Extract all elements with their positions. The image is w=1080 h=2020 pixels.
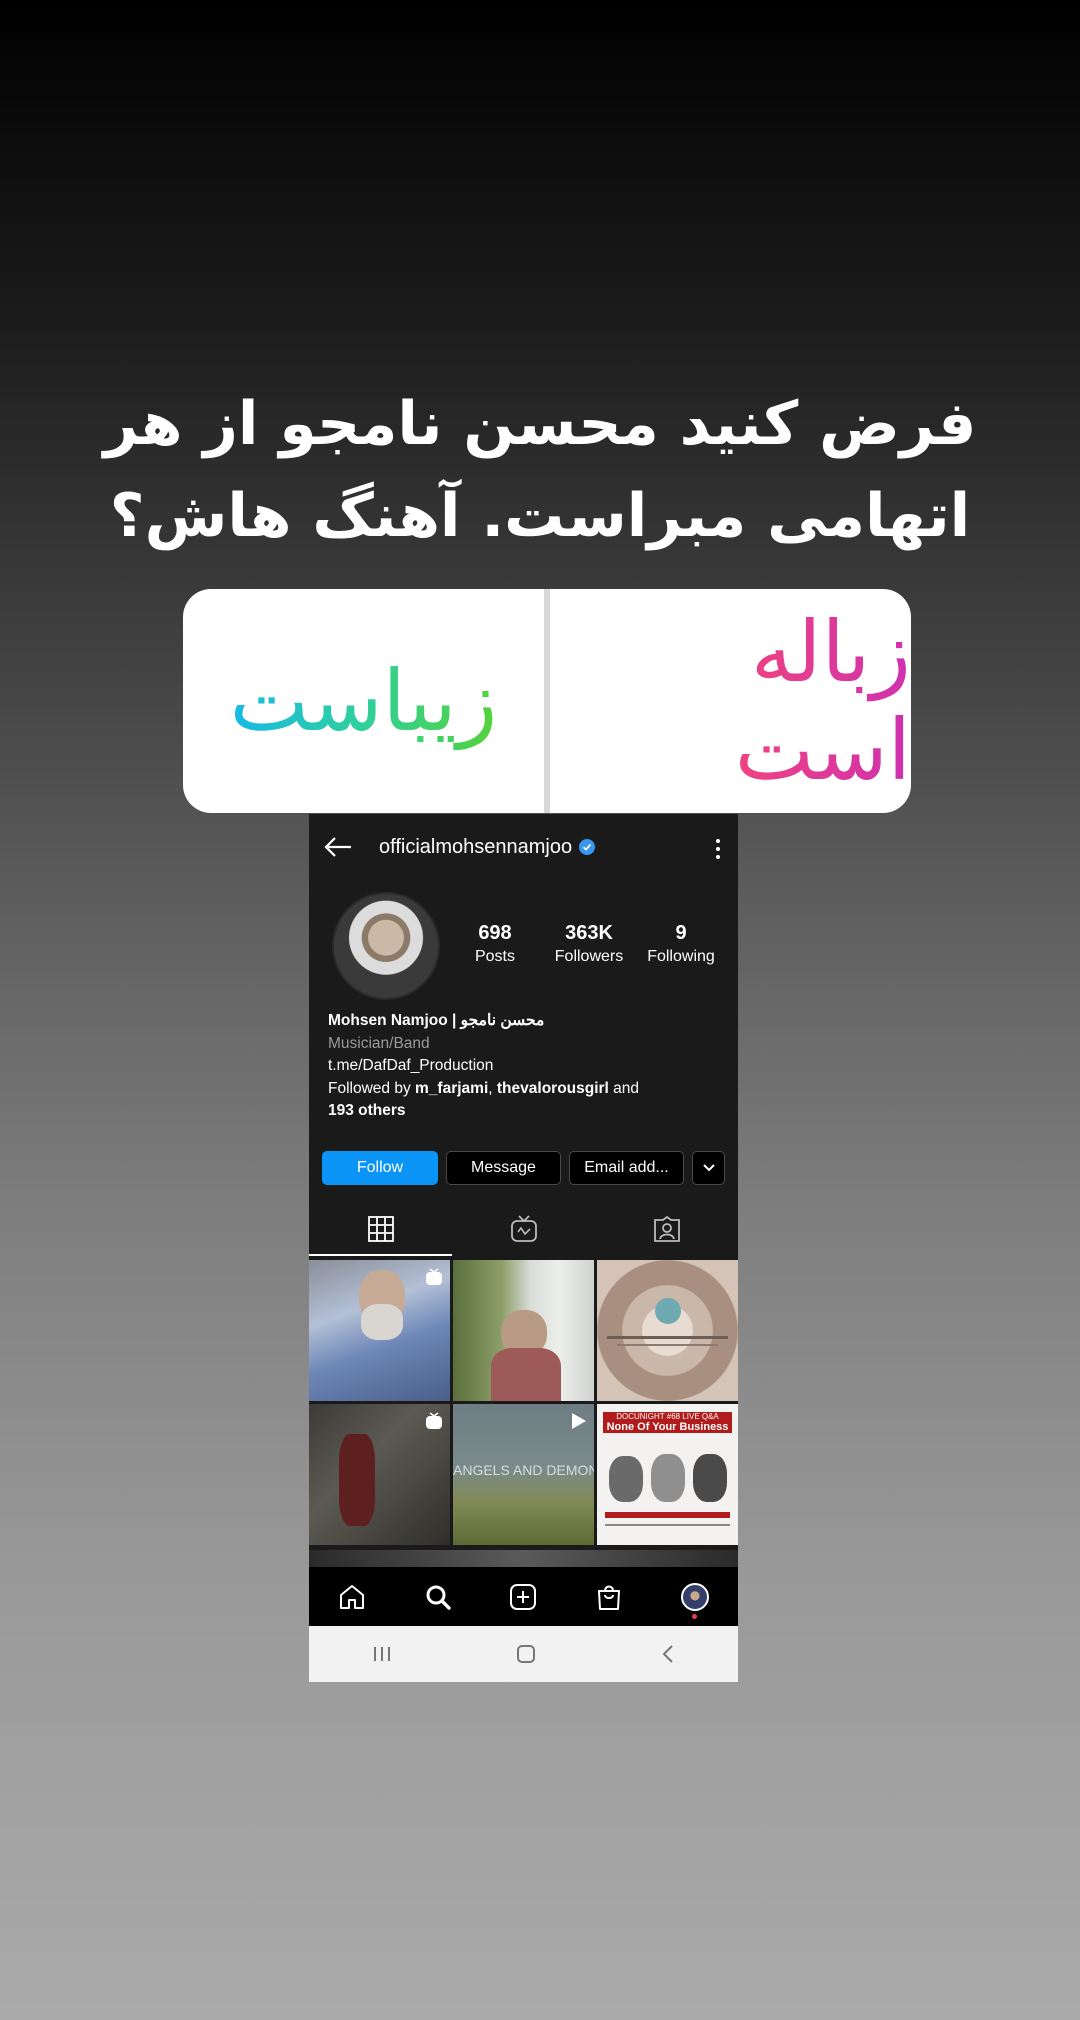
play-icon <box>572 1413 586 1429</box>
android-system-bar <box>309 1626 738 1682</box>
new-post-icon <box>510 1583 537 1610</box>
profile-avatar-small <box>681 1582 710 1611</box>
poll-option-right[interactable]: زباله است <box>550 589 911 813</box>
home-button-icon[interactable] <box>516 1644 536 1664</box>
followed-by-user2: thevalorousgirl <box>496 1079 609 1097</box>
follow-button[interactable]: Follow <box>322 1151 438 1185</box>
stat-following[interactable]: 9 Following <box>636 922 726 966</box>
igtv-icon <box>510 1214 537 1242</box>
message-button[interactable]: Message <box>446 1151 561 1185</box>
post-caption-text: ANGELS AND DEMONS <box>453 1462 594 1478</box>
tab-tagged[interactable] <box>595 1201 738 1256</box>
profile-header: officialmohsennamjoo <box>309 814 738 880</box>
posts-grid: ANGELS AND DEMONS DOCUNIGHT #68 LIVE Q&A… <box>309 1260 738 1545</box>
post-thumbnail[interactable]: DOCUNIGHT #68 LIVE Q&A None Of Your Busi… <box>597 1404 738 1545</box>
stat-following-label: Following <box>647 948 715 965</box>
post-thumbnail[interactable] <box>309 1260 450 1401</box>
home-icon <box>339 1584 364 1609</box>
poster-header-small: DOCUNIGHT #68 LIVE Q&A <box>616 1412 719 1421</box>
tagged-icon <box>653 1215 680 1242</box>
followed-by-and: and <box>613 1079 640 1097</box>
tab-grid[interactable] <box>309 1201 452 1256</box>
profile-tabs <box>309 1201 738 1256</box>
profile-username: officialmohsennamjoo <box>379 835 573 858</box>
poll-option-left-label: زیباست <box>229 652 498 750</box>
email-button[interactable]: Email add... <box>569 1151 684 1185</box>
post-thumbnail[interactable] <box>453 1260 594 1401</box>
instagram-profile-screenshot: officialmohsennamjoo 698 Posts 363K Foll… <box>309 814 738 1682</box>
poster-header: DOCUNIGHT #68 LIVE Q&A None Of Your Busi… <box>603 1412 732 1433</box>
shop-icon <box>598 1585 621 1610</box>
search-icon <box>426 1585 451 1610</box>
next-row-peek <box>309 1550 738 1567</box>
chevron-down-icon <box>702 1164 715 1172</box>
post-thumbnail[interactable] <box>309 1404 450 1545</box>
nav-profile[interactable] <box>680 1582 710 1619</box>
nav-home[interactable] <box>337 1582 367 1612</box>
stat-followers-value: 363K <box>565 922 613 944</box>
back-button-icon[interactable] <box>660 1644 676 1664</box>
post-thumbnail[interactable]: ANGELS AND DEMONS <box>453 1404 594 1545</box>
poster-header-title: None Of Your Business <box>606 1421 729 1433</box>
notification-dot <box>692 1613 698 1619</box>
tab-igtv[interactable] <box>452 1201 595 1256</box>
story-question: فرض کنید محسن نامجو از هر اتهامی مبراست.… <box>103 389 977 551</box>
followed-by[interactable]: Followed by m_farjami, thevalorousgirl a… <box>328 1078 728 1101</box>
poll-option-left[interactable]: زیباست <box>183 589 544 813</box>
recent-apps-icon[interactable] <box>371 1645 393 1663</box>
profile-category: Musician/Band <box>328 1034 430 1052</box>
nav-new-post[interactable] <box>508 1582 538 1612</box>
stat-posts-value: 698 <box>478 922 512 944</box>
followed-by-others[interactable]: 193 others <box>328 1102 406 1119</box>
nav-search[interactable] <box>423 1582 453 1612</box>
stat-posts[interactable]: 698 Posts <box>462 922 528 966</box>
igtv-badge-icon <box>426 1412 442 1429</box>
stat-followers[interactable]: 363K Followers <box>539 922 639 966</box>
nav-shop[interactable] <box>594 1582 624 1612</box>
profile-link[interactable]: t.me/DafDaf_Production <box>328 1055 728 1078</box>
back-arrow-icon[interactable] <box>323 836 353 858</box>
followed-by-prefix: Followed by <box>328 1079 411 1097</box>
followed-by-sep: , <box>488 1079 493 1097</box>
verified-badge-icon <box>579 839 596 855</box>
profile-avatar[interactable] <box>332 892 440 1000</box>
poll-option-right-label: زباله است <box>550 603 911 799</box>
more-options-icon[interactable] <box>716 839 720 863</box>
profile-display-name: Mohsen Namjoo | محسن نامجو <box>328 1012 545 1029</box>
stat-following-value: 9 <box>675 922 687 944</box>
stat-posts-label: Posts <box>474 948 515 965</box>
post-thumbnail[interactable] <box>597 1260 738 1401</box>
followed-by-user1: m_farjami <box>415 1079 489 1097</box>
poll-sticker: زیباست زباله است <box>183 589 911 813</box>
igtv-badge-icon <box>426 1268 442 1285</box>
profile-actions: Follow Message Email add... <box>322 1151 725 1185</box>
bottom-navigation <box>309 1567 738 1626</box>
grid-icon <box>367 1215 394 1242</box>
suggested-dropdown-button[interactable] <box>692 1151 725 1185</box>
stat-followers-label: Followers <box>554 948 624 965</box>
profile-bio: Mohsen Namjoo | محسن نامجو Musician/Band… <box>328 1010 728 1123</box>
